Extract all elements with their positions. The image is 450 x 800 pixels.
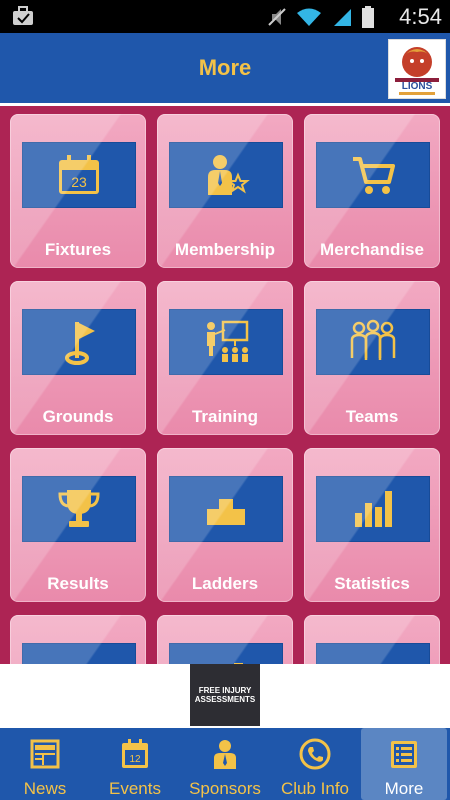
tile-icon-box [169, 142, 283, 208]
signal-icon [332, 7, 352, 32]
ad-banner[interactable]: FREE INJURY ASSESSMENTS [0, 664, 450, 728]
menu-grid: 23 Fixtures Membership Merchandise Groun… [0, 106, 450, 664]
svg-text:23: 23 [71, 174, 87, 190]
tab-label: Club Info [280, 779, 350, 798]
partial-icon [353, 656, 393, 664]
tile-label: Membership [174, 240, 276, 259]
tile-icon-box [316, 142, 430, 208]
logo-lettering: LIONS [402, 81, 433, 92]
training-icon [207, 320, 249, 362]
tile-label: Grounds [42, 407, 114, 426]
tile-merchandise[interactable]: Merchandise [304, 114, 440, 268]
tile-label: Ladders [191, 574, 259, 593]
phone-icon [299, 738, 331, 775]
partial-icon [234, 663, 243, 664]
tab-more[interactable]: More [361, 728, 447, 800]
mute-icon [268, 7, 286, 32]
ad-headline: FREE INJURY ASSESSMENTS [194, 686, 256, 704]
tile-icon-box: 23 [22, 142, 136, 208]
tile-grounds[interactable]: Grounds [10, 281, 146, 435]
club-logo[interactable]: LIONS [388, 39, 446, 99]
bottom-tab-bar: News 12 Events Sponsors Club Info More [0, 728, 450, 800]
tab-label: News [23, 779, 67, 798]
page-title: More [198, 55, 252, 80]
member-icon [208, 155, 250, 195]
tile-icon-box [316, 309, 430, 375]
tab-events[interactable]: 12 Events [90, 728, 180, 800]
tile-results[interactable]: Results [10, 448, 146, 602]
news-icon [29, 738, 61, 775]
tab-sponsors[interactable]: Sponsors [180, 728, 270, 800]
tab-club-info[interactable]: Club Info [270, 728, 360, 800]
tile-icon-box [316, 643, 430, 664]
tile-icon-box [22, 643, 136, 664]
tile-label: Teams [345, 407, 399, 426]
tile-label: Statistics [334, 574, 410, 593]
person-icon [209, 738, 241, 775]
tile-icon-box [316, 476, 430, 542]
tile-fixtures[interactable]: 23 Fixtures [10, 114, 146, 268]
podium-icon [207, 499, 245, 525]
tile-ladders[interactable]: Ladders [157, 448, 293, 602]
tile-membership[interactable]: Membership [157, 114, 293, 268]
wifi-icon [296, 7, 322, 32]
sponsor-ad-image[interactable]: FREE INJURY ASSESSMENTS [190, 664, 260, 726]
tile-more-1[interactable] [10, 615, 146, 664]
cart-icon [353, 157, 395, 194]
trophy-icon [58, 490, 100, 527]
tile-icon-box [169, 643, 283, 664]
flag-icon [65, 322, 95, 365]
battery-icon [362, 6, 374, 33]
tab-label: More [384, 779, 424, 798]
tab-label: Events [109, 779, 161, 798]
tile-more-3[interactable] [304, 615, 440, 664]
tile-icon-box [22, 309, 136, 375]
tab-news[interactable]: News [0, 728, 90, 800]
tile-icon-box [22, 476, 136, 542]
team-icon [350, 319, 396, 360]
partial-icon [59, 656, 99, 664]
tile-teams[interactable]: Teams [304, 281, 440, 435]
tile-label: Merchandise [320, 240, 424, 259]
clock: 4:54 [399, 4, 442, 29]
bar-chart-icon [355, 491, 392, 527]
app-header: More LIONS [0, 33, 450, 106]
svg-text:12: 12 [129, 754, 141, 765]
list-icon [388, 738, 420, 775]
briefcase-notification-icon [12, 6, 34, 31]
calendar-icon: 23 [59, 155, 99, 194]
tile-label: Fixtures [44, 240, 112, 259]
tile-label: Training [191, 407, 259, 426]
tile-icon-box [169, 476, 283, 542]
calendar-icon: 12 [119, 738, 151, 775]
tile-training[interactable]: Training [157, 281, 293, 435]
tile-label: Results [47, 574, 109, 593]
status-bar: 4:54 [0, 0, 450, 33]
tile-more-2[interactable] [157, 615, 293, 664]
tile-icon-box [169, 309, 283, 375]
tile-statistics[interactable]: Statistics [304, 448, 440, 602]
tab-label: Sponsors [189, 779, 261, 798]
